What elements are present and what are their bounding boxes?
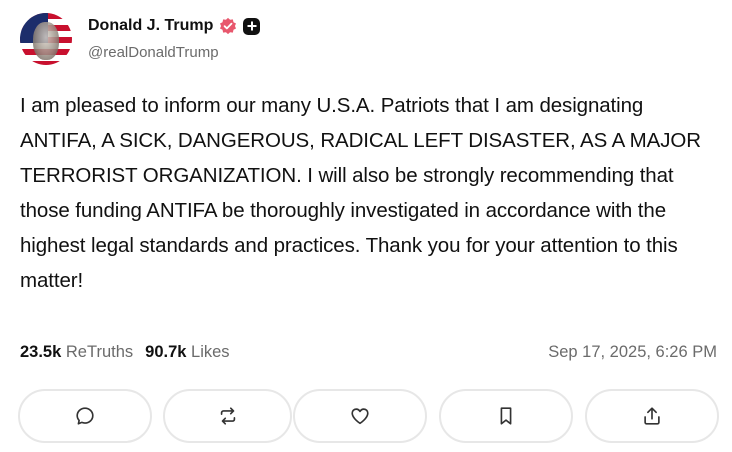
like-button[interactable] <box>293 389 427 443</box>
retruths-label: ReTruths <box>65 343 134 361</box>
avatar-portrait <box>33 22 59 60</box>
bookmark-icon <box>500 407 512 425</box>
share-icon <box>644 407 660 425</box>
post-header: Donald J. Trump @realDonaldTrump <box>20 13 710 65</box>
author-name-row: Donald J. Trump <box>88 17 261 35</box>
retruths-stat[interactable]: 23.5k ReTruths <box>20 343 133 362</box>
author-display-name[interactable]: Donald J. Trump <box>88 17 213 35</box>
repost-icon <box>220 407 235 425</box>
avatar[interactable] <box>20 13 72 65</box>
post-stats: 23.5k ReTruths 90.7k Likes <box>20 343 230 362</box>
share-button[interactable] <box>585 389 719 443</box>
retruths-count: 23.5k <box>20 343 62 361</box>
plus-badge-icon <box>243 17 261 35</box>
heart-icon <box>351 408 369 425</box>
bookmark-button[interactable] <box>439 389 573 443</box>
post-action-bar <box>18 389 719 443</box>
comment-icon <box>76 407 94 425</box>
post-body-text: I am pleased to inform our many U.S.A. P… <box>20 94 701 292</box>
likes-stat[interactable]: 90.7k Likes <box>145 343 229 362</box>
retruth-button[interactable] <box>163 389 292 443</box>
verified-icon <box>219 17 237 35</box>
author-handle[interactable]: @realDonaldTrump <box>88 44 219 61</box>
likes-label: Likes <box>191 343 230 361</box>
reply-button[interactable] <box>18 389 152 443</box>
post-timestamp[interactable]: Sep 17, 2025, 6:26 PM <box>548 343 717 362</box>
likes-count: 90.7k <box>145 343 187 361</box>
